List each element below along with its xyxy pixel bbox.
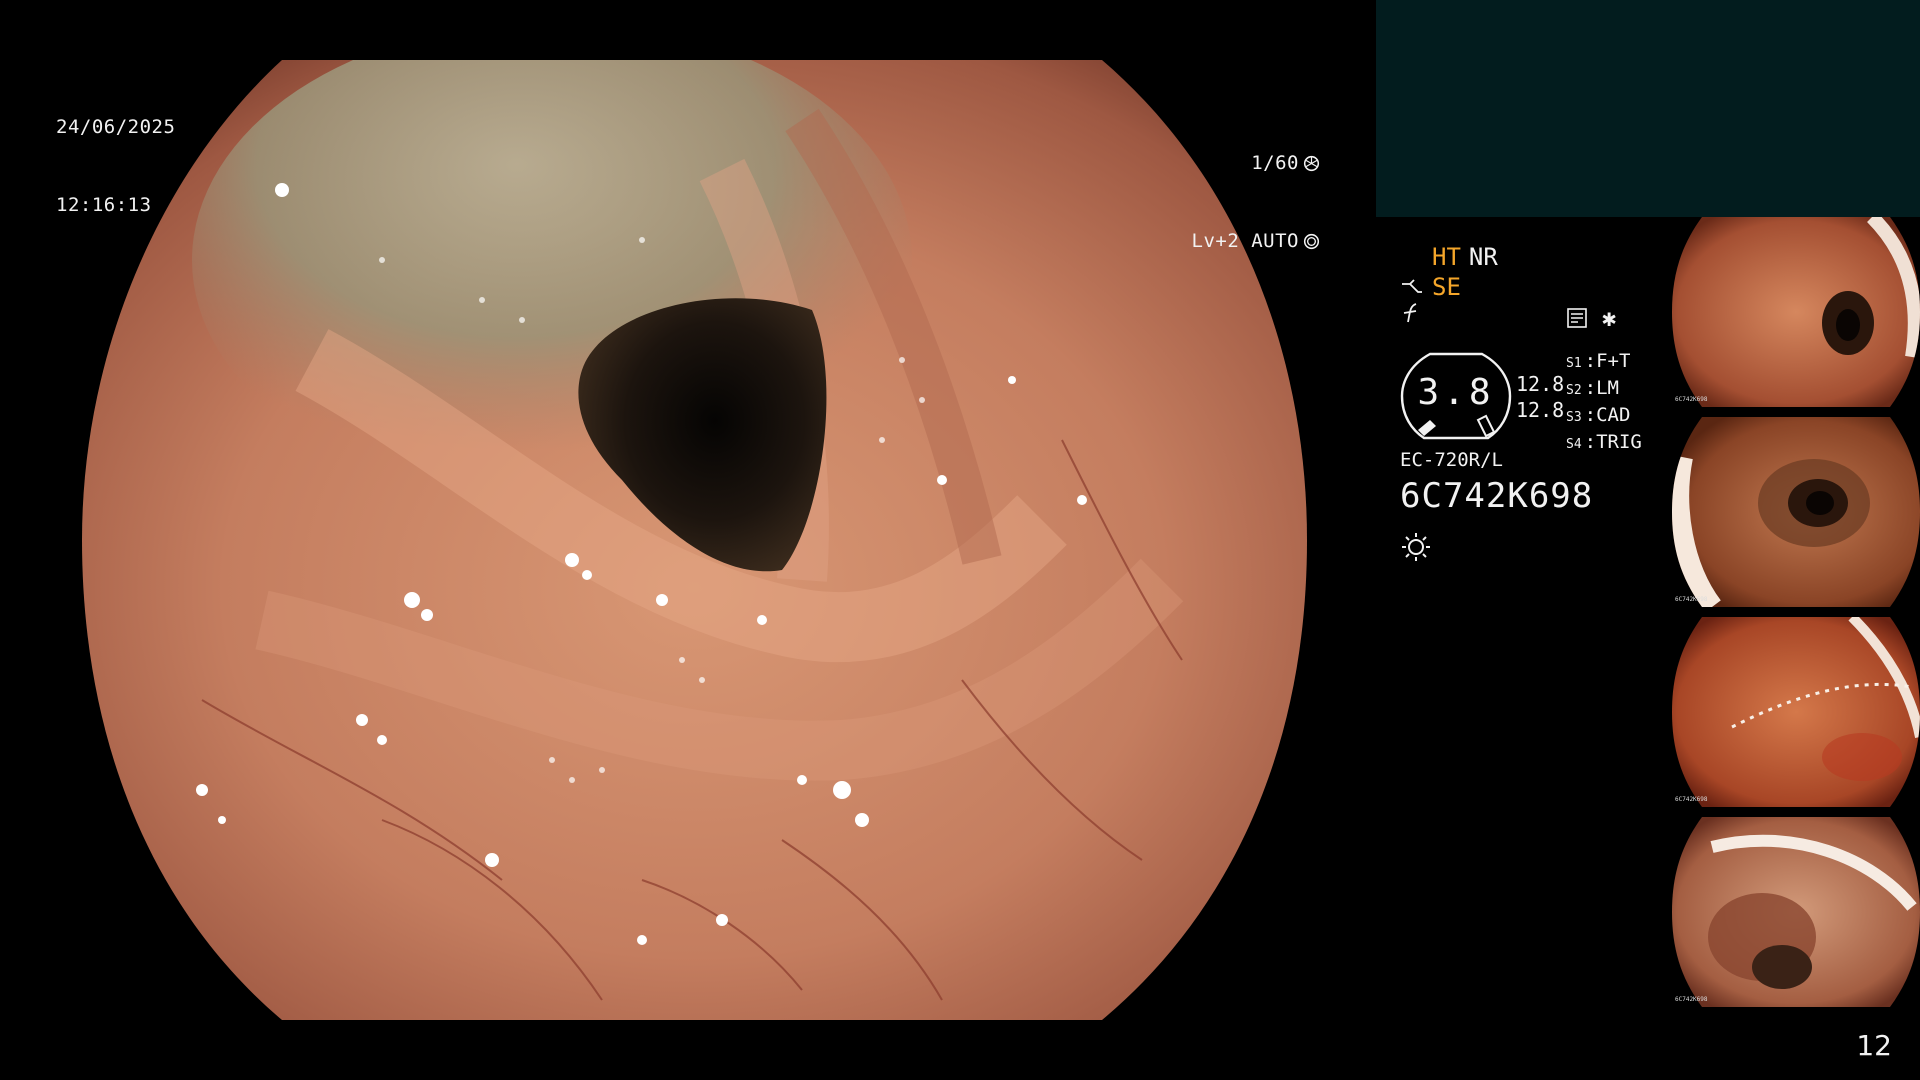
exposure-overlay: 1/60 Lv+2 AUTO (1192, 98, 1320, 280)
reference-panel (1376, 0, 1920, 217)
endoscope-view (82, 60, 1307, 1020)
scope-serial: 6C742K698 (1400, 476, 1594, 516)
thumbnail-2[interactable]: 6C742K698 (1672, 417, 1920, 607)
auto-iris-icon (1303, 233, 1320, 249)
mode-s3: S3:CAD (1566, 404, 1631, 426)
thumbnail-image (1672, 817, 1920, 1007)
datetime-overlay: 24/06/2025 12:16:13 (56, 62, 175, 244)
status-icons: ✱ (1566, 304, 1616, 332)
aperture-icon (1303, 155, 1320, 171)
scope-model: EC-720R/L (1400, 449, 1503, 471)
date-text: 24/06/2025 (56, 116, 176, 138)
brightness-icon (1402, 533, 1430, 561)
se-label: SE (1432, 273, 1461, 301)
scope-angle-icon (1402, 279, 1422, 293)
mode-s1: S1:F+T (1566, 350, 1631, 372)
se-line: SE (1400, 272, 1498, 302)
thumbnail-1[interactable]: 6C742K698 (1672, 217, 1920, 407)
thumbnail-4[interactable]: 6C742K698 (1672, 817, 1920, 1007)
thumbnail-3[interactable]: 6C742K698 (1672, 617, 1920, 807)
shutter-text: 1/60 (1251, 152, 1299, 174)
flash-line (1400, 302, 1498, 324)
gauge-value: 3.8 (1417, 372, 1495, 413)
thumbnail-caption: 6C742K698 (1675, 996, 1708, 1003)
thumbnail-caption: 6C742K698 (1675, 596, 1708, 603)
thumbnail-caption: 6C742K698 (1675, 396, 1708, 403)
thumbnail-image (1672, 417, 1920, 607)
asterisk-icon: ✱ (1602, 304, 1617, 332)
settings-block: HT NR SE (1400, 242, 1498, 324)
page-number: 12 (1856, 1029, 1892, 1062)
thumbnail-image (1672, 617, 1920, 807)
thumbnail-image (1672, 217, 1920, 407)
zoom-1: 12.8 (1516, 372, 1565, 396)
ht-label: HT (1432, 243, 1461, 271)
time-text: 12:16:13 (56, 194, 152, 216)
zoom-2: 12.8 (1516, 398, 1565, 422)
endoscope-image (82, 60, 1307, 1020)
memory-icon (1567, 308, 1587, 328)
mode-s4: S4:TRIG (1566, 431, 1642, 453)
switch-modes: S1:F+T S2:LM S3:CAD S4:TRIG (1566, 349, 1642, 457)
zoom-values: 12.8 12.8 (1516, 371, 1564, 423)
ht-nr-line: HT NR (1400, 242, 1498, 272)
nr-label: NR (1468, 243, 1498, 271)
thumbnail-caption: 6C742K698 (1675, 796, 1708, 803)
mode-s2: S2:LM (1566, 377, 1619, 399)
flash-icon (1403, 303, 1417, 323)
exposure-text: Lv+2 AUTO (1191, 230, 1299, 252)
